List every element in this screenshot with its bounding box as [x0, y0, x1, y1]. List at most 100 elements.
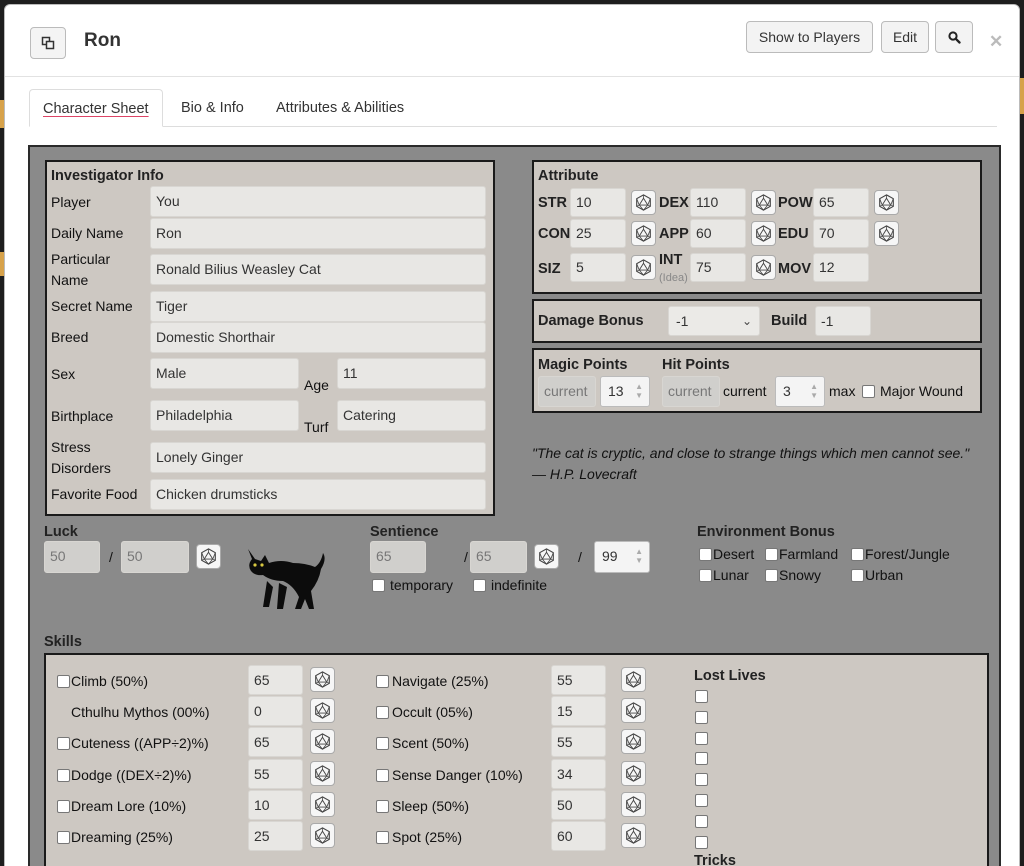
skill-value-field[interactable]: 15	[551, 696, 606, 727]
skill-roll-button[interactable]	[621, 698, 646, 724]
env-farmland-checkbox[interactable]	[765, 548, 778, 561]
skill-value-field[interactable]: 10	[248, 789, 303, 820]
siz-field[interactable]: 5	[570, 253, 626, 282]
skill-checkbox[interactable]	[376, 706, 389, 720]
skill-value-field[interactable]: 25	[248, 821, 303, 851]
birthplace-field[interactable]: Philadelphia	[150, 400, 299, 431]
sex-field[interactable]: Male	[150, 358, 299, 389]
dex-roll-button[interactable]	[751, 190, 776, 215]
skill-value-field[interactable]: 50	[551, 789, 606, 820]
close-icon[interactable]: ✕	[989, 32, 1003, 52]
lost-life-checkbox[interactable]	[695, 731, 708, 745]
env-lunar-checkbox[interactable]	[699, 569, 712, 582]
int-roll-button[interactable]	[751, 255, 776, 280]
secret-name-field[interactable]: Tiger	[150, 291, 486, 322]
damage-bonus-select[interactable]: -1 ⌄	[668, 306, 760, 336]
edu-field[interactable]: 70	[813, 219, 869, 248]
dex-field[interactable]: 110	[690, 188, 746, 217]
sentience-limit-spinner[interactable]: 99 ▲ ▼	[594, 541, 650, 573]
env-forest-checkbox[interactable]	[851, 548, 864, 561]
luck-roll-button[interactable]	[196, 544, 221, 569]
env-snowy-checkbox[interactable]	[765, 569, 778, 582]
skill-checkbox[interactable]	[57, 768, 70, 782]
major-wound-checkbox[interactable]	[862, 385, 875, 398]
luck-current-field[interactable]: 50	[44, 541, 100, 573]
sentience-max-field[interactable]: 65	[470, 541, 527, 573]
skill-value-field[interactable]: 34	[551, 758, 606, 789]
turf-field[interactable]: Catering	[337, 400, 486, 431]
skill-roll-button[interactable]	[621, 823, 646, 848]
skill-roll-button[interactable]	[621, 667, 646, 692]
search-button[interactable]	[935, 21, 973, 53]
temporary-checkbox[interactable]	[372, 579, 385, 592]
particular-name-field[interactable]: Ronald Bilius Weasley Cat	[150, 254, 486, 285]
lost-life-checkbox[interactable]	[695, 690, 708, 703]
magic-points-spinner[interactable]: 13 ▲ ▼	[600, 376, 650, 407]
str-roll-button[interactable]	[631, 190, 656, 215]
lost-life-checkbox[interactable]	[695, 814, 708, 828]
lost-life-checkbox[interactable]	[695, 835, 708, 849]
skill-value-field[interactable]: 55	[551, 727, 606, 758]
skill-roll-button[interactable]	[310, 823, 335, 848]
show-to-players-button[interactable]: Show to Players	[746, 21, 873, 53]
pow-roll-button[interactable]	[874, 190, 899, 215]
breed-field[interactable]: Domestic Shorthair	[150, 322, 486, 353]
skill-checkbox[interactable]	[376, 831, 389, 844]
env-desert-checkbox[interactable]	[699, 548, 712, 561]
app-field[interactable]: 60	[690, 219, 746, 248]
skill-roll-button[interactable]	[310, 760, 335, 786]
lost-life-checkbox[interactable]	[695, 773, 708, 787]
hit-points-spinner[interactable]: 3 ▲ ▼	[775, 376, 825, 407]
skill-value-field[interactable]: 55	[248, 758, 303, 789]
skill-value-field[interactable]: 0	[248, 696, 303, 727]
skill-checkbox[interactable]	[376, 675, 389, 688]
skill-roll-button[interactable]	[310, 667, 335, 692]
sentience-roll-button[interactable]	[534, 544, 559, 569]
mov-field[interactable]: 12	[813, 253, 869, 282]
popout-button[interactable]	[30, 27, 66, 59]
skill-roll-button[interactable]	[310, 729, 335, 755]
lost-life-checkbox[interactable]	[695, 794, 708, 807]
env-urban-checkbox[interactable]	[851, 569, 864, 582]
skill-checkbox[interactable]	[376, 768, 389, 782]
favorite-food-field[interactable]: Chicken drumsticks	[150, 479, 486, 510]
age-field[interactable]: 11	[337, 358, 486, 389]
lost-life-checkbox[interactable]	[695, 710, 708, 724]
skill-checkbox[interactable]	[376, 799, 389, 813]
magic-points-current[interactable]: current	[538, 376, 596, 407]
edit-button[interactable]: Edit	[881, 21, 929, 53]
tab-attributes-abilities[interactable]: Attributes & Abilities	[263, 89, 417, 127]
skill-value-field[interactable]: 55	[551, 665, 606, 695]
stress-disorders-field[interactable]: Lonely Ginger	[150, 442, 486, 473]
skill-roll-button[interactable]	[621, 729, 646, 755]
pow-field[interactable]: 65	[813, 188, 869, 217]
skill-roll-button[interactable]	[310, 698, 335, 724]
app-roll-button[interactable]	[751, 221, 776, 246]
skill-roll-button[interactable]	[621, 791, 646, 817]
skill-value-field[interactable]: 65	[248, 665, 303, 695]
skill-roll-button[interactable]	[621, 760, 646, 786]
build-field[interactable]: -1	[815, 306, 871, 336]
skill-checkbox[interactable]	[57, 737, 70, 751]
indefinite-checkbox[interactable]	[473, 579, 486, 592]
luck-max-field[interactable]: 50	[121, 541, 189, 573]
str-field[interactable]: 10	[570, 188, 626, 217]
edu-roll-button[interactable]	[874, 221, 899, 246]
tab-character-sheet[interactable]: Character Sheet	[29, 89, 163, 127]
con-field[interactable]: 25	[570, 219, 626, 248]
daily-name-field[interactable]: Ron	[150, 218, 486, 249]
siz-roll-button[interactable]	[631, 255, 656, 280]
hit-points-current[interactable]: current	[662, 376, 720, 407]
tab-bio-info[interactable]: Bio & Info	[168, 89, 257, 127]
skill-checkbox[interactable]	[57, 675, 70, 688]
skill-checkbox[interactable]	[57, 799, 70, 813]
skill-value-field[interactable]: 60	[551, 821, 606, 851]
int-field[interactable]: 75	[690, 253, 746, 282]
skill-checkbox[interactable]	[57, 831, 70, 844]
skill-roll-button[interactable]	[310, 791, 335, 817]
lost-life-checkbox[interactable]	[695, 752, 708, 766]
con-roll-button[interactable]	[631, 221, 656, 246]
player-field[interactable]: You	[150, 186, 486, 217]
sentience-current-field[interactable]: 65	[370, 541, 426, 573]
skill-value-field[interactable]: 65	[248, 727, 303, 758]
